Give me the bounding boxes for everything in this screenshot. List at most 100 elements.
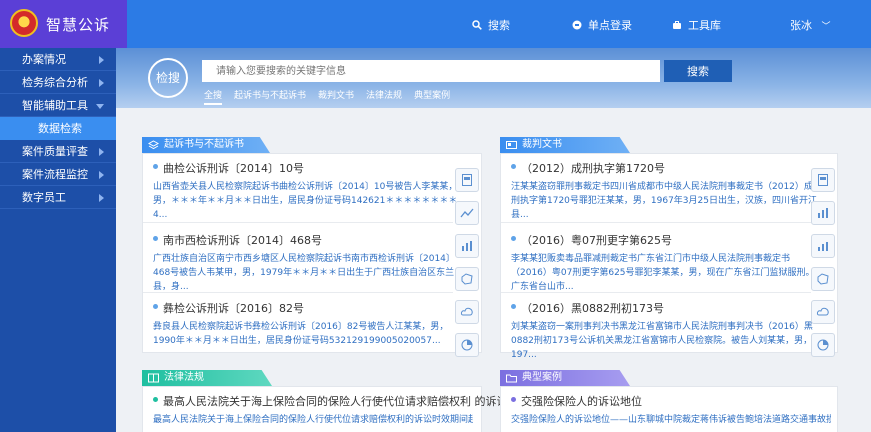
tab-judgment[interactable]: 裁判文书 xyxy=(318,88,354,105)
list-item[interactable]: 彝检公诉刑诉〔2016〕82号 彝良县人民检察院起诉书彝检公诉刑诉〔2016〕8… xyxy=(153,300,463,348)
arrow-right-icon xyxy=(99,56,104,64)
entry-title[interactable]: 彝检公诉刑诉〔2016〕82号 xyxy=(163,302,304,315)
list-item[interactable]: （2016）黑0882刑初173号 刘某某盗窃一案刑事判决书黑龙江省富锦市人民法… xyxy=(511,300,821,362)
judgment-card-header: 裁判文书 xyxy=(500,137,630,153)
cloud-icon[interactable] xyxy=(811,300,835,324)
entry-title[interactable]: 曲检公诉刑诉〔2014〕10号 xyxy=(163,162,304,175)
arrow-right-icon xyxy=(99,194,104,202)
judgment-side-toolbar xyxy=(811,168,841,366)
document-icon[interactable] xyxy=(811,168,835,192)
bullet-icon xyxy=(153,236,158,241)
entry-title[interactable]: （2016）黑0882刑初173号 xyxy=(521,302,664,315)
search-icon xyxy=(472,20,482,30)
indictment-card-header: 起诉书与不起诉书 xyxy=(142,137,270,153)
layers-icon xyxy=(148,140,159,150)
sidebar: 办案情况 检务综合分析 智能辅助工具 数据检索 案件质量评查 案件流程监控 数字… xyxy=(0,48,116,432)
chevron-down-icon: ﹀ xyxy=(821,22,831,32)
judgment-card: （2012）成刑执字第1720号 汪某某盗窃罪刑事裁定书四川省成都市中级人民法院… xyxy=(500,153,838,360)
bullet-icon xyxy=(511,164,516,169)
sidebar-item-digital-staff[interactable]: 数字员工 xyxy=(0,186,116,209)
entry-title[interactable]: （2016）粤07刑更字第625号 xyxy=(521,234,672,247)
cloud-icon[interactable] xyxy=(455,300,479,324)
list-item[interactable]: 最高人民法院关于海上保险合同的保险人行使代位请求赔偿权利 的诉讼时... 最高人… xyxy=(153,393,529,427)
sidebar-item-analysis[interactable]: 检务综合分析 xyxy=(0,71,116,94)
tab-laws[interactable]: 法律法规 xyxy=(366,88,402,105)
sidebar-subitem-data-search[interactable]: 数据检索 xyxy=(0,117,116,140)
sidebar-item-label: 智能辅助工具 xyxy=(22,99,88,112)
app-title: 智慧公诉 xyxy=(46,16,111,34)
logo-area[interactable]: 智慧公诉 xyxy=(0,0,127,48)
arrow-right-icon xyxy=(99,79,104,87)
pie-icon[interactable] xyxy=(455,333,479,357)
laws-card: 最高人民法院关于海上保险合同的保险人行使代位请求赔偿权利 的诉讼时... 最高人… xyxy=(142,386,529,432)
book-icon xyxy=(148,373,159,383)
list-item[interactable]: 南市西检诉刑诉〔2014〕468号 广西壮族自治区南宁市西乡塘区人民检察院起诉书… xyxy=(153,232,463,294)
map-icon[interactable] xyxy=(811,267,835,291)
indictment-card: 曲检公诉刑诉〔2014〕10号 山西省壶关县人民检察院起诉书曲检公诉刑诉〔201… xyxy=(142,153,482,357)
header-search-link[interactable]: 搜索 xyxy=(472,17,510,33)
bullet-icon xyxy=(511,236,516,241)
list-item[interactable]: 交强险保险人的诉讼地位 交强险保险人的诉讼地位——山东聊城中院裁定蒋伟诉被告鲍培… xyxy=(511,393,831,427)
list-item[interactable]: （2012）成刑执字第1720号 汪某某盗窃罪刑事裁定书四川省成都市中级人民法院… xyxy=(511,160,821,222)
bullet-icon xyxy=(153,397,158,402)
sidebar-item-label: 案件流程监控 xyxy=(22,168,88,181)
search-button[interactable]: 搜索 xyxy=(664,60,732,82)
pie-icon[interactable] xyxy=(811,333,835,357)
sidebar-item-smart-tools[interactable]: 智能辅助工具 xyxy=(0,94,116,117)
divider xyxy=(501,292,811,293)
bar-chart-icon[interactable] xyxy=(811,201,835,225)
search-input[interactable] xyxy=(202,60,660,82)
sidebar-item-case-status[interactable]: 办案情况 xyxy=(0,48,116,71)
search-banner: 检搜 搜索 全搜 起诉书与不起诉书 裁判文书 法律法规 典型案例 xyxy=(116,48,871,108)
entry-title[interactable]: 南市西检诉刑诉〔2014〕468号 xyxy=(163,234,322,247)
sidebar-item-label: 数字员工 xyxy=(22,191,66,204)
bullet-icon xyxy=(153,304,158,309)
entry-title[interactable]: 最高人民法院关于海上保险合同的保险人行使代位请求赔偿权利 的诉讼时... xyxy=(163,395,529,408)
divider xyxy=(501,222,811,223)
sso-link[interactable]: 单点登录 xyxy=(572,17,632,33)
entry-desc: 山西省壶关县人民检察院起诉书曲检公诉刑诉〔2014〕10号被告人李某某，男，＊＊… xyxy=(153,182,458,220)
bar-chart-icon[interactable] xyxy=(811,234,835,258)
list-item[interactable]: （2016）粤07刑更字第625号 李某某犯贩卖毒品罪减刑裁定书广东省江门市中级… xyxy=(511,232,821,294)
bullet-icon xyxy=(511,304,516,309)
toolbox-icon xyxy=(673,21,681,29)
user-menu[interactable]: 张冰 ﹀ xyxy=(790,17,831,33)
emblem-icon xyxy=(10,9,38,37)
bar-chart-icon[interactable] xyxy=(455,234,479,258)
arrow-down-icon xyxy=(96,104,104,109)
tools-link[interactable]: 工具库 xyxy=(672,17,721,33)
bullet-icon xyxy=(153,164,158,169)
sso-label: 单点登录 xyxy=(588,19,632,32)
entry-desc: 汪某某盗窃罪刑事裁定书四川省成都市中级人民法院刑事裁定书（2012）成刑执字第1… xyxy=(511,182,817,220)
tools-label: 工具库 xyxy=(688,19,721,32)
entry-desc: 广西壮族自治区南宁市西乡塘区人民检察院起诉书南市西检诉刑诉〔2014〕468号被… xyxy=(153,254,455,292)
cases-card-header: 典型案例 xyxy=(500,370,630,386)
cases-card: 交强险保险人的诉讼地位 交强险保险人的诉讼地位——山东聊城中院裁定蒋伟诉被告鲍培… xyxy=(500,386,838,432)
tab-indictment[interactable]: 起诉书与不起诉书 xyxy=(234,88,306,105)
entry-title[interactable]: 交强险保险人的诉讼地位 xyxy=(521,395,642,408)
header-search-label: 搜索 xyxy=(488,19,510,32)
list-item[interactable]: 曲检公诉刑诉〔2014〕10号 山西省壶关县人民检察院起诉书曲检公诉刑诉〔201… xyxy=(153,160,463,222)
folder-icon xyxy=(506,374,517,383)
entry-title[interactable]: （2012）成刑执字第1720号 xyxy=(521,162,665,175)
arrow-right-icon xyxy=(99,171,104,179)
top-header: 智慧公诉 搜索 单点登录 工具库 张冰 ﹀ xyxy=(0,0,871,48)
entry-desc: 李某某犯贩卖毒品罪减刑裁定书广东省江门市中级人民法院刑事裁定书（2016）粤07… xyxy=(511,254,815,292)
laws-card-header: 法律法规 xyxy=(142,370,272,386)
sidebar-item-process-monitor[interactable]: 案件流程监控 xyxy=(0,163,116,186)
bullet-icon xyxy=(511,397,516,402)
indictment-side-toolbar xyxy=(455,168,485,366)
search-tabs: 全搜 起诉书与不起诉书 裁判文书 法律法规 典型案例 xyxy=(204,88,450,105)
entry-desc: 刘某某盗窃一案刑事判决书黑龙江省富锦市人民法院刑事判决书（2016）黑0882刑… xyxy=(511,322,813,360)
sidebar-item-quality-review[interactable]: 案件质量评查 xyxy=(0,140,116,163)
divider xyxy=(143,222,453,223)
document-icon[interactable] xyxy=(455,168,479,192)
entry-desc: 交强险保险人的诉讼地位——山东聊城中院裁定蒋伟诉被告鲍培法道路交通事故损害 xyxy=(511,415,831,425)
map-icon[interactable] xyxy=(455,267,479,291)
login-icon xyxy=(572,20,582,30)
tab-all[interactable]: 全搜 xyxy=(204,88,223,105)
user-name: 张冰 xyxy=(790,19,812,32)
tab-cases[interactable]: 典型案例 xyxy=(414,88,450,105)
judgment-card-title: 裁判文书 xyxy=(522,139,562,150)
trend-icon[interactable] xyxy=(455,201,479,225)
